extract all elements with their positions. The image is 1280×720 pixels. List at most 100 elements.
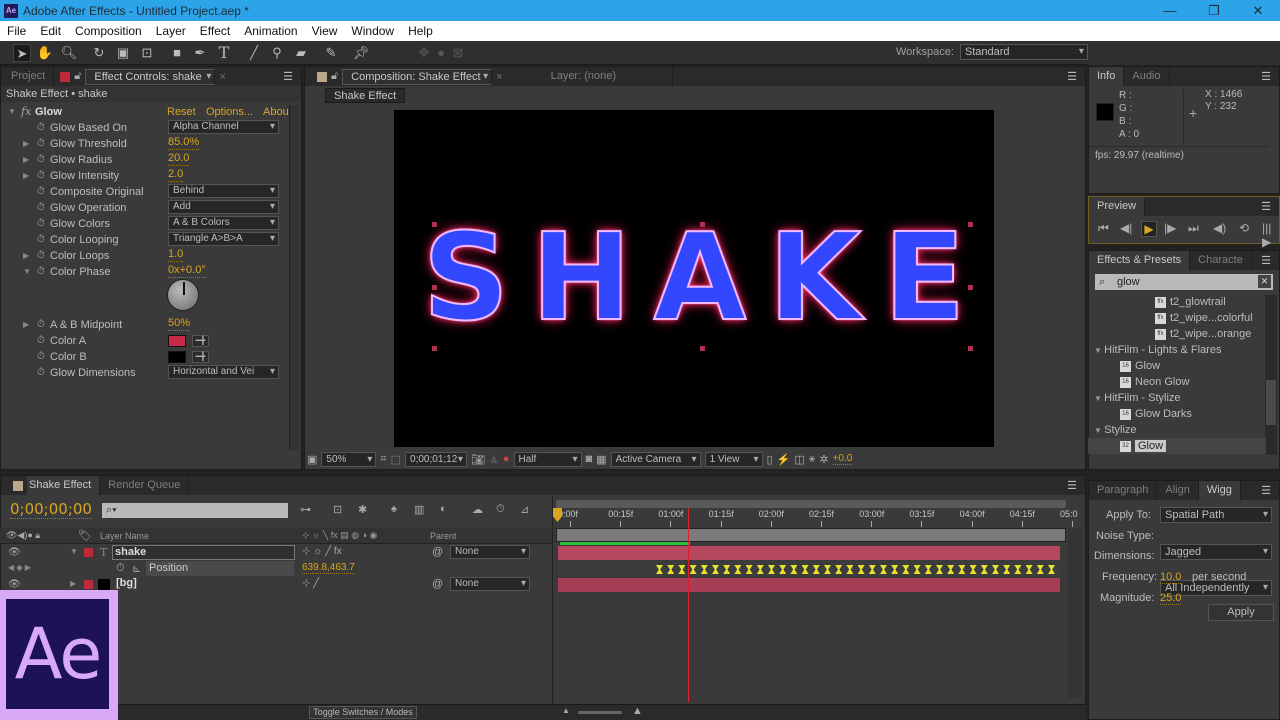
loop-icon[interactable]: ⟲ xyxy=(1239,221,1249,235)
color-looping-dropdown[interactable]: Triangle A>B>A xyxy=(168,232,279,246)
stopwatch-icon[interactable]: ⏱ xyxy=(116,562,125,575)
flowchart-icon[interactable]: ⚹ xyxy=(809,453,816,466)
magnification-dropdown[interactable]: 50% xyxy=(321,451,377,467)
panel-menu-icon[interactable]: ☰ xyxy=(1067,70,1077,83)
stopwatch-icon[interactable]: ⏱ xyxy=(37,333,45,349)
transform-handle[interactable] xyxy=(700,222,705,227)
effects-search-input[interactable]: ⌕ glow ✕ xyxy=(1095,274,1273,290)
close-tab-icon[interactable]: × xyxy=(496,71,502,83)
previous-frame-icon[interactable]: ◀| xyxy=(1120,221,1132,235)
ram-preview-icon[interactable]: |||▶ xyxy=(1262,221,1280,249)
panel-menu-icon[interactable]: ☰ xyxy=(1261,254,1271,267)
work-area-bar[interactable] xyxy=(556,528,1066,542)
expand-arrow-icon[interactable]: ▶ xyxy=(23,317,29,333)
collapse-arrow-icon[interactable]: ▼ xyxy=(23,264,31,280)
effect-item-selected[interactable]: 32 Glow xyxy=(1088,438,1266,454)
stopwatch-icon[interactable]: ⏱ xyxy=(37,349,45,365)
parent-dropdown[interactable]: None xyxy=(450,577,530,591)
apply-to-dropdown[interactable]: Spatial Path xyxy=(1160,507,1272,523)
tab-shake-effect[interactable]: Shake Effect xyxy=(27,476,101,495)
stopwatch-icon[interactable]: ⏱ xyxy=(37,264,45,280)
expand-arrow-icon[interactable]: ▶ xyxy=(23,168,29,184)
timeline-vertical-scrollbar[interactable] xyxy=(1068,528,1082,698)
layer-bar-shake[interactable] xyxy=(558,546,1060,560)
live-update-icon[interactable]: ⊡ xyxy=(333,503,342,516)
timeline-icon[interactable]: ◫ xyxy=(794,453,804,466)
glow-based-on-dropdown[interactable]: Alpha Channel xyxy=(168,120,279,134)
transform-handle[interactable] xyxy=(968,222,973,227)
transform-handle[interactable] xyxy=(700,346,705,351)
preset-item[interactable]: ffx t2_glowtrail xyxy=(1088,294,1266,310)
parent-header[interactable]: Parent xyxy=(430,531,457,541)
rectangle-tool-icon[interactable]: ■ xyxy=(168,44,186,62)
color-a-swatch[interactable] xyxy=(168,335,186,347)
frame-blending-icon[interactable]: ▥ xyxy=(414,503,424,516)
timeline-search-input[interactable]: ⌕▾ xyxy=(102,503,288,518)
selection-tool-icon[interactable]: ➤ xyxy=(13,44,31,62)
noise-type-dropdown[interactable]: Jagged xyxy=(1160,544,1272,560)
lock-icon[interactable]: 🔓︎ xyxy=(331,70,338,83)
auto-keyframe-icon[interactable]: ⏱ xyxy=(496,503,505,516)
expand-arrow-icon[interactable]: ▼ xyxy=(1094,394,1104,403)
panel-menu-icon[interactable]: ☰ xyxy=(1067,479,1077,492)
brainstorm-icon[interactable]: ☁ xyxy=(472,503,483,516)
close-icon[interactable]: ✕ xyxy=(1236,0,1280,21)
menu-view[interactable]: View xyxy=(305,24,345,38)
comp-breadcrumb[interactable]: Shake Effect xyxy=(325,88,406,103)
zoom-in-icon[interactable]: ▲ xyxy=(632,705,643,717)
time-ruler[interactable]: 0:00f 00:15f 01:00f 01:15f 02:00f 02:15f 03:00… xyxy=(556,508,1078,528)
about-link[interactable]: Abou xyxy=(263,104,289,120)
fast-previews-icon[interactable]: ⚡ xyxy=(777,453,791,466)
type-tool-icon[interactable]: T xyxy=(215,44,233,62)
tab-character[interactable]: Characte xyxy=(1190,251,1252,270)
fast-preview-icon[interactable]: ◙ xyxy=(586,453,593,465)
expand-arrow-icon[interactable]: ▶ xyxy=(70,579,76,588)
pen-tool-icon[interactable]: ✒ xyxy=(191,44,209,62)
transform-handle[interactable] xyxy=(432,222,437,227)
tab-effect-controls[interactable]: Effect Controls: shake xyxy=(85,68,216,85)
restore-icon[interactable]: ❐ xyxy=(1192,0,1236,21)
first-frame-icon[interactable]: ⏮ xyxy=(1098,221,1109,236)
transform-handle[interactable] xyxy=(432,285,437,290)
layer-bar-bg[interactable] xyxy=(558,578,1060,592)
visibility-eye-icon[interactable]: 👁︎ xyxy=(8,579,21,590)
layer-switches[interactable]: ⊹ ╱ xyxy=(302,578,319,589)
expand-arrow-icon[interactable]: ▶ xyxy=(23,248,29,264)
exposure-value[interactable]: +0.0 xyxy=(832,453,853,465)
menu-file[interactable]: File xyxy=(0,24,33,38)
tab-layer[interactable]: Layer: (none) xyxy=(543,67,673,86)
panel-menu-icon[interactable]: ☰ xyxy=(1261,484,1271,497)
glow-operation-dropdown[interactable]: Add xyxy=(168,200,279,214)
tab-preview[interactable]: Preview xyxy=(1089,197,1146,216)
keyframe-navigator[interactable]: ◀ ◆ ▶ xyxy=(8,563,31,572)
graph-icon[interactable]: ⊾ xyxy=(132,562,141,575)
layer-switches[interactable]: ⊹ ☼ ╱ fx xyxy=(302,546,342,557)
layer-label-color[interactable] xyxy=(84,548,93,557)
collapse-arrow-icon[interactable]: ▼ xyxy=(8,104,16,120)
lock-icon[interactable]: 🔓︎ xyxy=(74,70,81,83)
glow-intensity-value[interactable]: 2.0 xyxy=(168,168,184,182)
color-phase-value[interactable]: 0x+0.0° xyxy=(168,264,206,278)
menu-edit[interactable]: Edit xyxy=(33,24,68,38)
draft-3d-icon[interactable]: ✱ xyxy=(358,503,367,516)
tab-effects-presets[interactable]: Effects & Presets xyxy=(1089,251,1191,270)
frequency-value[interactable]: 10.0 xyxy=(1160,571,1182,584)
comp-mini-flowchart-icon[interactable]: ⊶ xyxy=(300,503,311,516)
layer-name-header[interactable]: Layer Name xyxy=(100,531,149,541)
stopwatch-icon[interactable]: ⏱ xyxy=(37,317,45,333)
layer-name[interactable]: [bg] xyxy=(116,577,137,589)
pickwhip-icon[interactable]: @ xyxy=(432,546,443,558)
magnitude-value[interactable]: 25.0 xyxy=(1160,592,1182,605)
visibility-eye-icon[interactable]: 👁︎ xyxy=(8,547,21,558)
property-row-position[interactable]: ◀ ◆ ▶ ⏱ ⊾ Position 639.8,463.7 xyxy=(0,561,552,577)
current-time-display[interactable]: 0;00;00;00 xyxy=(10,500,92,519)
menu-help[interactable]: Help xyxy=(401,24,440,38)
eyedropper-icon[interactable]: ━╋ xyxy=(192,335,209,347)
scrollbar-thumb[interactable] xyxy=(1266,380,1276,425)
clear-search-icon[interactable]: ✕ xyxy=(1258,275,1271,288)
rotation-tool-icon[interactable]: ↻ xyxy=(90,44,108,62)
resolution-dropdown[interactable]: Half xyxy=(513,451,582,467)
stopwatch-icon[interactable]: ⏱ xyxy=(37,168,45,184)
panel-menu-icon[interactable]: ☰ xyxy=(1261,70,1271,83)
channel-icon[interactable]: ● xyxy=(503,453,510,465)
